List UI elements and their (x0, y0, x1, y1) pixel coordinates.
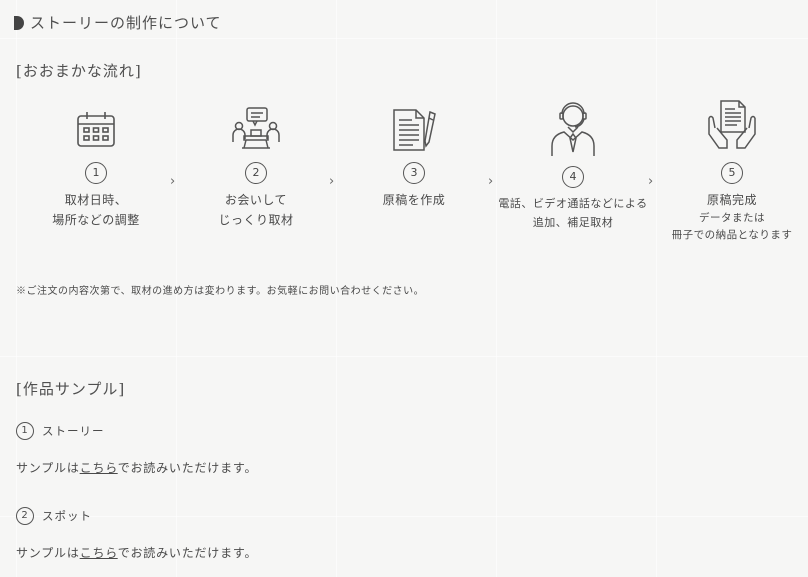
flow-title: [おおまかな流れ] (16, 62, 142, 80)
sample-text-spot: サンプルはこちらでお読みいただけます。 (16, 544, 257, 561)
chevron-right-icon: › (170, 174, 176, 189)
step-text-line1: 原稿を作成 (382, 193, 446, 207)
sample-text-story: サンプルはこちらでお読みいただけます。 (16, 459, 257, 476)
half-circle-icon (14, 15, 24, 30)
calendar-icon (16, 100, 176, 152)
operator-headset-icon (493, 100, 653, 158)
flow-note: ※ご注文の内容次第で、取材の進め方は変わります。お気軽にお問い合わせください。 (16, 286, 425, 297)
step-number: 2 (245, 162, 267, 184)
hands-document-icon (652, 100, 808, 152)
sample-number: 1 (16, 422, 34, 440)
flow-step-4: 4 電話、ビデオ通話などによる 追加、補足取材 (493, 100, 653, 232)
sample-label: スポット (42, 509, 92, 523)
step-text-line2: 追加、補足取材 (532, 216, 614, 229)
step-text-line1: 取材日時、 (64, 193, 128, 207)
samples-title: [作品サンプル] (16, 380, 126, 398)
step-number: 3 (403, 162, 425, 184)
step-number: 4 (562, 166, 584, 188)
step-text-line1: 原稿完成 (706, 193, 757, 207)
step-text-line2: データまたは (699, 212, 765, 224)
sample-text-after: でお読みいただけます。 (117, 461, 258, 475)
flow-step-2: 2 お会いして じっくり取材 (176, 100, 336, 230)
flow-step-3: 3 原稿を作成 (334, 100, 494, 210)
sample-link-story[interactable]: こちら (80, 461, 118, 475)
step-text-line1: お会いして (224, 193, 288, 207)
step-text-line3: 冊子での納品となります (671, 229, 793, 241)
meeting-icon (176, 100, 336, 152)
sample-text-before: サンプルは (16, 546, 80, 560)
sample-label: ストーリー (42, 424, 105, 438)
step-text-line2: じっくり取材 (218, 213, 294, 227)
flow-step-5: 5 原稿完成 データまたは 冊子での納品となります (652, 100, 808, 244)
step-text-line2: 場所などの調整 (52, 213, 140, 227)
sample-link-spot[interactable]: こちら (80, 546, 118, 560)
sample-item-spot: 2 スポット (16, 507, 92, 525)
section-heading: ストーリーの制作について (14, 12, 222, 33)
step-number: 5 (721, 162, 743, 184)
sample-item-story: 1 ストーリー (16, 422, 105, 440)
section-title: ストーリーの制作について (30, 14, 222, 32)
flow-step-1: 1 取材日時、 場所などの調整 (16, 100, 176, 230)
document-pen-icon (334, 100, 494, 152)
sample-text-after: でお読みいただけます。 (117, 546, 258, 560)
sample-number: 2 (16, 507, 34, 525)
step-text-line1: 電話、ビデオ通話などによる (498, 197, 648, 210)
step-number: 1 (85, 162, 107, 184)
sample-text-before: サンプルは (16, 461, 80, 475)
